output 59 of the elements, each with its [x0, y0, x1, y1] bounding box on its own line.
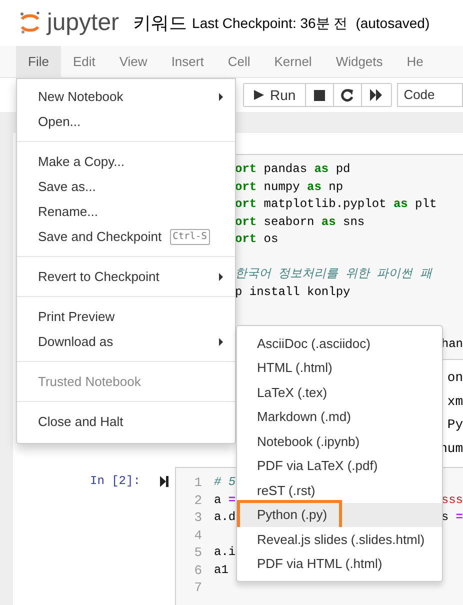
line-number: 5 — [193, 544, 202, 562]
output-text: on — [447, 369, 463, 387]
line-number: 2 — [193, 492, 202, 509]
code-line: ort matplotlib.pyplot as plt — [235, 197, 437, 211]
code-line: a = — [214, 492, 236, 506]
stop-icon — [314, 90, 325, 100]
fast-forward-icon — [370, 89, 382, 101]
cell-type-dropdown[interactable]: Code — [396, 83, 463, 107]
menu-item[interactable]: Kernel — [262, 46, 324, 77]
menu-item[interactable]: PDF via LaTeX (.pdf) — [237, 454, 442, 478]
menu-item[interactable]: View — [107, 46, 160, 77]
run-button[interactable]: Run — [244, 84, 306, 106]
code-line: p install konlpy — [235, 284, 350, 298]
menu-item[interactable]: AsciiDoc (.asciidoc) — [237, 331, 442, 356]
output-text: Py — [447, 416, 463, 434]
input-prompt: In [2]: — [90, 473, 140, 490]
line-number: 1 — [193, 474, 202, 492]
menu-item[interactable]: Close and Halt — [17, 409, 235, 434]
menu-item[interactable]: LaTeX (.tex) — [237, 380, 442, 404]
menu-item[interactable]: Insert — [159, 46, 216, 77]
menu-item[interactable]: Open... — [17, 109, 235, 134]
code-line: ort seaborn as sns — [235, 214, 365, 228]
menu-item[interactable]: Widgets — [324, 46, 395, 77]
menu-item[interactable]: He — [394, 46, 436, 77]
output-text: xm — [447, 392, 463, 410]
menu-item[interactable]: Cell — [216, 46, 262, 77]
notebook-name[interactable]: 키워드 — [133, 10, 188, 36]
menu-item[interactable]: PDF via HTML (.html) — [237, 552, 442, 576]
line-number: 3 — [193, 509, 202, 526]
checkpoint-status: Last Checkpoint: 36분 전 — [192, 14, 348, 33]
code-line: # 5 — [214, 475, 236, 489]
menu-item[interactable]: reST (.rst) — [237, 478, 442, 502]
line-number: 4 — [193, 526, 202, 544]
autosave-status: (autosaved) — [356, 14, 430, 33]
line-number: 6 — [193, 562, 202, 579]
code-line: a1 — [214, 562, 228, 576]
code-line: ort pandas as pd — [235, 162, 350, 176]
code-line: 한국어 정보처리를 위한 파이썬 패 — [235, 267, 432, 281]
code-line: a.d — [214, 510, 236, 524]
logo-text: jupyter — [47, 11, 120, 35]
menu-item[interactable]: Python (.py) — [237, 502, 442, 527]
play-icon — [253, 89, 265, 101]
menu-item[interactable]: Edit — [60, 46, 108, 77]
menu-item: Trusted Notebook — [37, 372, 142, 391]
code-line: ort numpy as np — [235, 180, 344, 194]
shortcut-label: Ctrl-S — [170, 228, 210, 244]
line-number: 7 — [193, 579, 202, 596]
code-line: a.i — [214, 545, 236, 559]
code-line: sss — [441, 492, 463, 508]
menu-item[interactable]: HTML (.html) — [237, 356, 442, 380]
menu-item[interactable]: New Notebook — [17, 84, 235, 109]
restart-icon — [340, 88, 354, 102]
code-line: ort os — [235, 232, 278, 246]
run-cell-icon[interactable] — [160, 476, 169, 487]
logo-icon — [19, 11, 41, 35]
menu-item[interactable]: Reveal.js slides (.slides.html) — [237, 527, 442, 552]
menu-item[interactable]: Markdown (.md) — [237, 404, 442, 429]
menu-item[interactable]: File — [16, 46, 61, 77]
menu-item[interactable]: Notebook (.ipynb) — [237, 429, 442, 454]
